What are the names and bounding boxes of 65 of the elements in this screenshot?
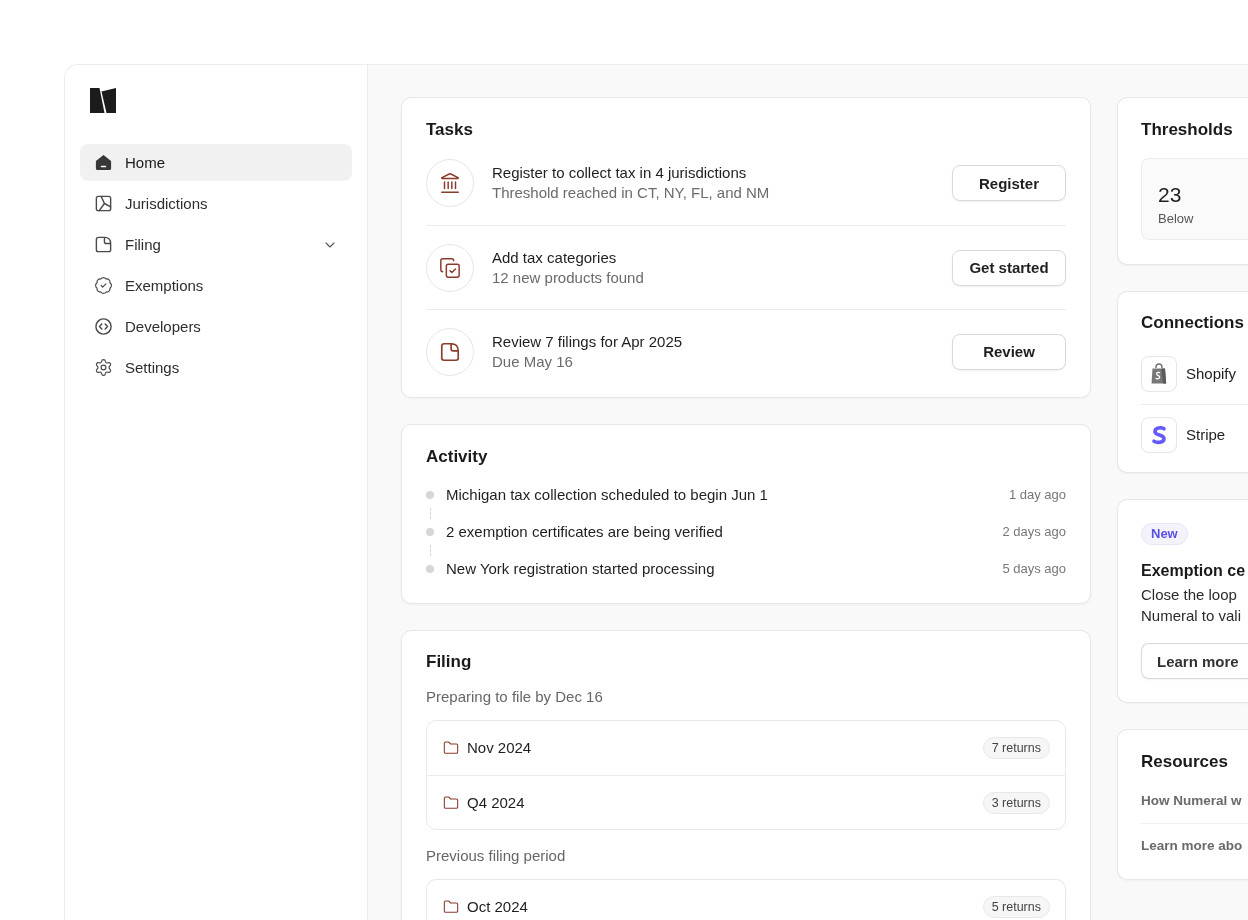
task-subtitle: Due May 16	[492, 351, 573, 372]
folder-icon	[443, 899, 459, 915]
activity-text: 2 exemption certificates are being verified	[446, 522, 723, 542]
task-title: Add tax categories	[492, 247, 617, 268]
document-icon	[94, 235, 113, 254]
card-title: Resources	[1141, 751, 1228, 773]
period-label[interactable]: Oct 2024	[467, 897, 528, 917]
resource-link[interactable]: Learn more abo	[1141, 836, 1243, 856]
activity-time: 5 days ago	[1002, 560, 1066, 578]
returns-count: 7 returns	[982, 737, 1050, 759]
card-title: Tasks	[426, 119, 473, 141]
logo-icon	[90, 88, 116, 113]
task-action-button[interactable]: Get started	[952, 249, 1066, 286]
task-subtitle: Threshold reached in CT, NY, FL, and NM	[492, 183, 770, 203]
group-heading: Previous filing period	[426, 846, 566, 866]
nav-item[interactable]: Developers	[80, 308, 352, 345]
nav-item[interactable]: Jurisdictions	[80, 185, 352, 222]
returns-count: 3 returns	[982, 791, 1050, 814]
map-icon	[94, 194, 113, 213]
nav-item[interactable]: Home	[80, 144, 352, 181]
task-action-button[interactable]: Register	[952, 165, 1066, 201]
activity-text: Michigan tax collection scheduled to begin Jun 1	[446, 485, 768, 505]
folder-icon	[443, 794, 459, 811]
stat-value: 23	[1158, 183, 1182, 207]
announcement-title: Exemption ce	[1141, 561, 1246, 581]
period-label[interactable]: Nov 2024	[467, 738, 532, 758]
returns-count: 5 returns	[982, 896, 1050, 918]
shopping-bag-icon	[1141, 356, 1177, 392]
task-title: Register to collect tax in 4 jurisdictions	[492, 163, 747, 183]
activity-time: 2 days ago	[1002, 523, 1066, 541]
bank-icon	[426, 159, 474, 207]
activity-text: New York registration started processing	[446, 559, 715, 579]
task-action-button[interactable]: Review	[952, 333, 1066, 370]
learn-more-button[interactable]: Learn more	[1141, 643, 1248, 679]
timeline-line	[429, 545, 431, 556]
timeline-dot-icon	[426, 491, 434, 499]
document-icon	[426, 327, 474, 376]
connection-name: Shopify	[1186, 364, 1237, 384]
timeline-line	[429, 508, 431, 519]
activity-time: 1 day ago	[1008, 486, 1066, 504]
house-icon	[94, 153, 113, 172]
task-subtitle: 12 new products found	[492, 267, 644, 288]
s-logo-icon	[1141, 417, 1177, 453]
folder-icon	[443, 740, 459, 756]
announcement-text: Close the loop Numeral to vali	[1141, 585, 1242, 626]
connection-name: Stripe	[1186, 425, 1226, 445]
stat-label: Below	[1158, 211, 1194, 227]
task-title: Review 7 filings for Apr 2025	[492, 331, 683, 352]
nav-item[interactable]: Settings	[80, 349, 352, 386]
timeline-dot-icon	[426, 565, 434, 573]
settings-icon	[94, 358, 113, 377]
code-icon	[94, 317, 113, 336]
nav-item[interactable]: Filing	[80, 226, 352, 263]
new-label: New	[1141, 523, 1188, 545]
card-title: Filing	[426, 651, 472, 673]
resource-link[interactable]: How Numeral w	[1141, 791, 1242, 811]
timeline-dot-icon	[426, 528, 434, 536]
card-title: Connections	[1141, 312, 1244, 334]
group-heading: Preparing to file by Dec 16	[426, 687, 603, 707]
card-title: Thresholds	[1141, 119, 1233, 141]
copy-check-icon	[426, 243, 474, 292]
badge-check-icon	[94, 276, 113, 295]
card-title: Activity	[426, 446, 488, 468]
nav-item[interactable]: Exemptions	[80, 267, 352, 304]
period-label[interactable]: Q4 2024	[467, 792, 525, 813]
